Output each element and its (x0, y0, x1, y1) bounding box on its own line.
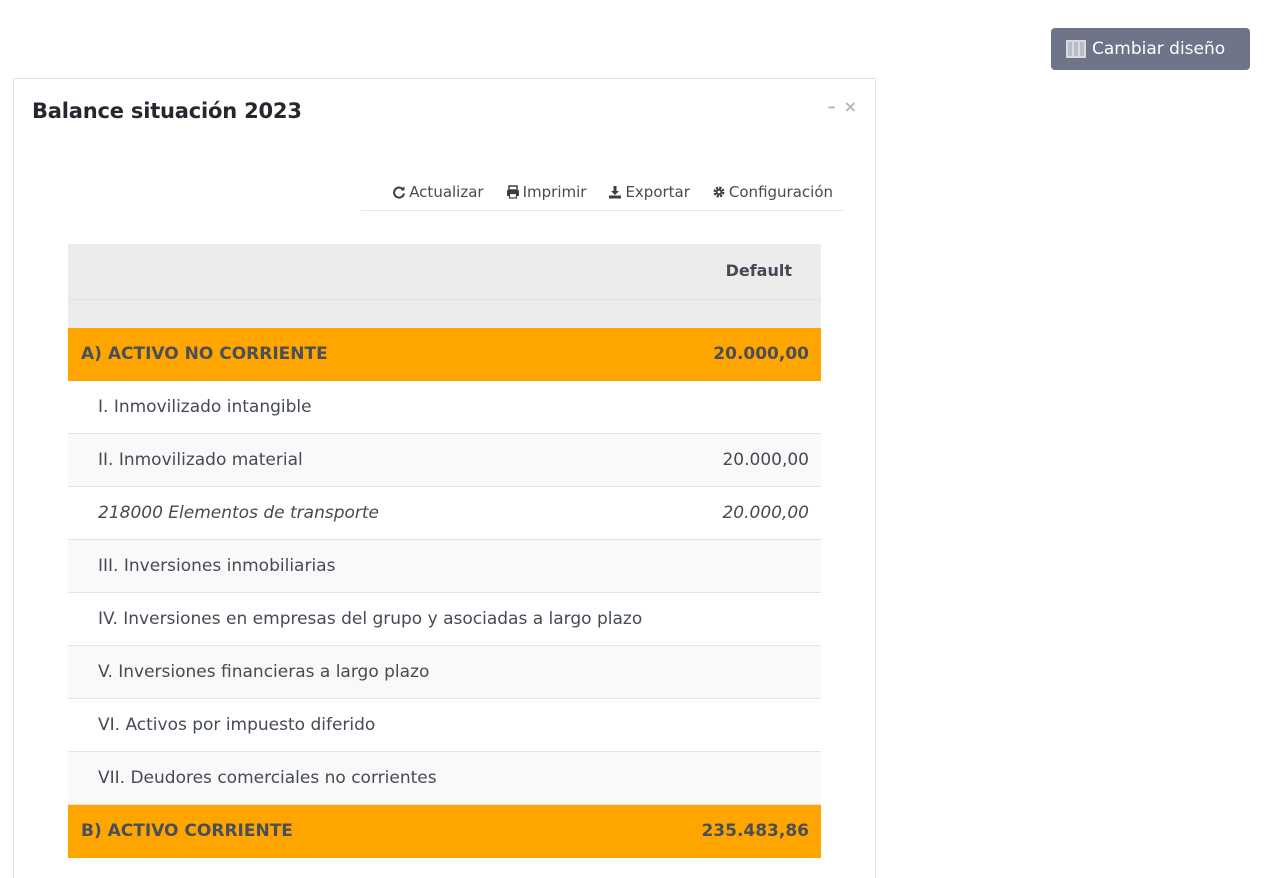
table-header: Default (68, 244, 821, 300)
row-label: VI. Activos por impuesto diferido (98, 715, 376, 735)
configuration-button[interactable]: Configuración (712, 183, 833, 201)
table-row-group: B) ACTIVO CORRIENTE 235.483,86 (68, 805, 821, 858)
row-label: III. Inversiones inmobiliarias (98, 556, 336, 576)
report-toolbar: Actualizar Imprimir Exportar Configuraci… (361, 183, 843, 211)
table-row: IV. Inversiones en empresas del grupo y … (68, 593, 821, 646)
export-button[interactable]: Exportar (608, 183, 690, 201)
row-label: I. Inmovilizado intangible (98, 397, 312, 417)
configuration-label: Configuración (728, 183, 833, 201)
row-label: B) ACTIVO CORRIENTE (81, 821, 293, 841)
refresh-label: Actualizar (409, 183, 484, 201)
row-value: 235.483,86 (701, 821, 809, 841)
table-row: II. Inmovilizado material 20.000,00 (68, 434, 821, 487)
panel-controls: – × (828, 97, 857, 116)
table-row: VII. Deudores comerciales no corrientes (68, 752, 821, 805)
row-label: IV. Inversiones en empresas del grupo y … (98, 609, 643, 629)
table-row-account: 218000 Elementos de transporte 20.000,00 (68, 487, 821, 540)
change-layout-button[interactable]: Cambiar diseño (1051, 28, 1250, 70)
print-button[interactable]: Imprimir (506, 183, 587, 201)
row-label: VII. Deudores comerciales no corrientes (98, 768, 437, 788)
print-label: Imprimir (522, 183, 587, 201)
export-label: Exportar (625, 183, 690, 201)
download-icon (608, 185, 622, 199)
row-value: 20.000,00 (713, 344, 809, 364)
minimize-icon[interactable]: – (828, 97, 836, 116)
panel-title: Balance situación 2023 (32, 99, 302, 123)
row-value: 20.000,00 (722, 503, 809, 523)
refresh-button[interactable]: Actualizar (392, 183, 484, 201)
change-layout-label: Cambiar diseño (1092, 39, 1226, 59)
columns-icon (1065, 38, 1087, 60)
table-row-group: A) ACTIVO NO CORRIENTE 20.000,00 (68, 328, 821, 381)
balance-table: Default A) ACTIVO NO CORRIENTE 20.000,00… (68, 244, 821, 858)
table-row: III. Inversiones inmobiliarias (68, 540, 821, 593)
balance-panel: Balance situación 2023 – × Actualizar Im… (13, 78, 876, 878)
row-label: II. Inmovilizado material (98, 450, 303, 470)
close-icon[interactable]: × (844, 97, 857, 116)
gear-icon (712, 185, 726, 199)
row-label: 218000 Elementos de transporte (98, 503, 380, 523)
table-row: VI. Activos por impuesto diferido (68, 699, 821, 752)
row-label: V. Inversiones financieras a largo plazo (98, 662, 430, 682)
table-row: V. Inversiones financieras a largo plazo (68, 646, 821, 699)
print-icon (506, 185, 520, 199)
row-value: 20.000,00 (722, 450, 809, 470)
column-header-default: Default (725, 261, 792, 280)
table-header-spacer (68, 300, 821, 328)
refresh-icon (392, 185, 406, 199)
table-row: I. Inmovilizado intangible (68, 381, 821, 434)
row-label: A) ACTIVO NO CORRIENTE (81, 344, 328, 364)
